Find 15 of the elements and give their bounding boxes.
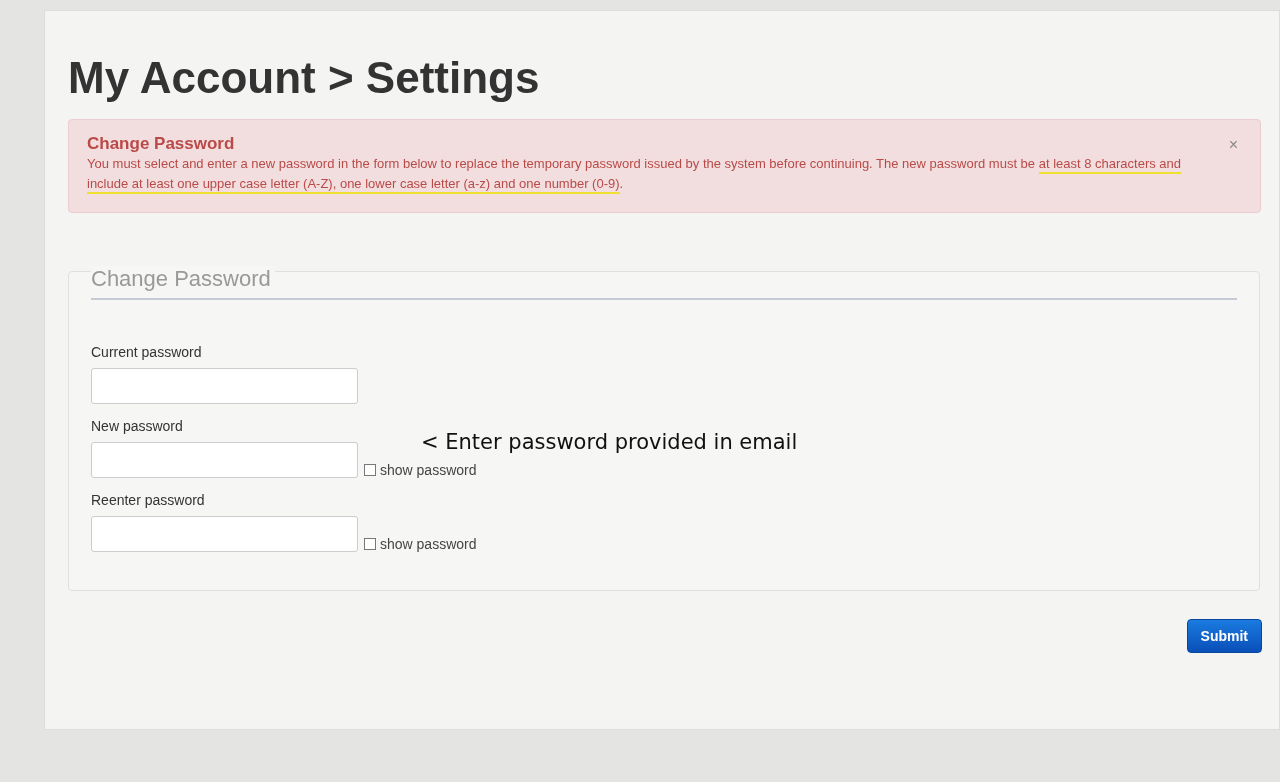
page-title: My Account > Settings xyxy=(68,52,541,104)
alert-title: Change Password xyxy=(87,134,236,154)
annotation-text: < Enter password provided in email xyxy=(421,430,798,454)
checkbox-label[interactable]: show password xyxy=(380,536,477,552)
field-label: New password xyxy=(91,418,184,434)
password-field[interactable] xyxy=(91,516,358,552)
submit-button[interactable]: Submit xyxy=(1186,619,1262,653)
field-label: Reenter password xyxy=(91,492,206,508)
field-label: Current password xyxy=(91,344,203,360)
checkbox-label[interactable]: show password xyxy=(380,462,477,478)
alert-message: You must select and enter a new password in the form below to replace the temporary password issued by the system before continuing. The new password must be at least 8 characters and include at least one upper case letter (A-Z), one lower case letter (a-z) and one number (0-9). xyxy=(87,154,1190,194)
password-field[interactable] xyxy=(91,368,358,404)
checkbox[interactable] xyxy=(364,464,376,476)
checkbox[interactable] xyxy=(364,538,376,550)
password-field[interactable] xyxy=(91,442,358,478)
